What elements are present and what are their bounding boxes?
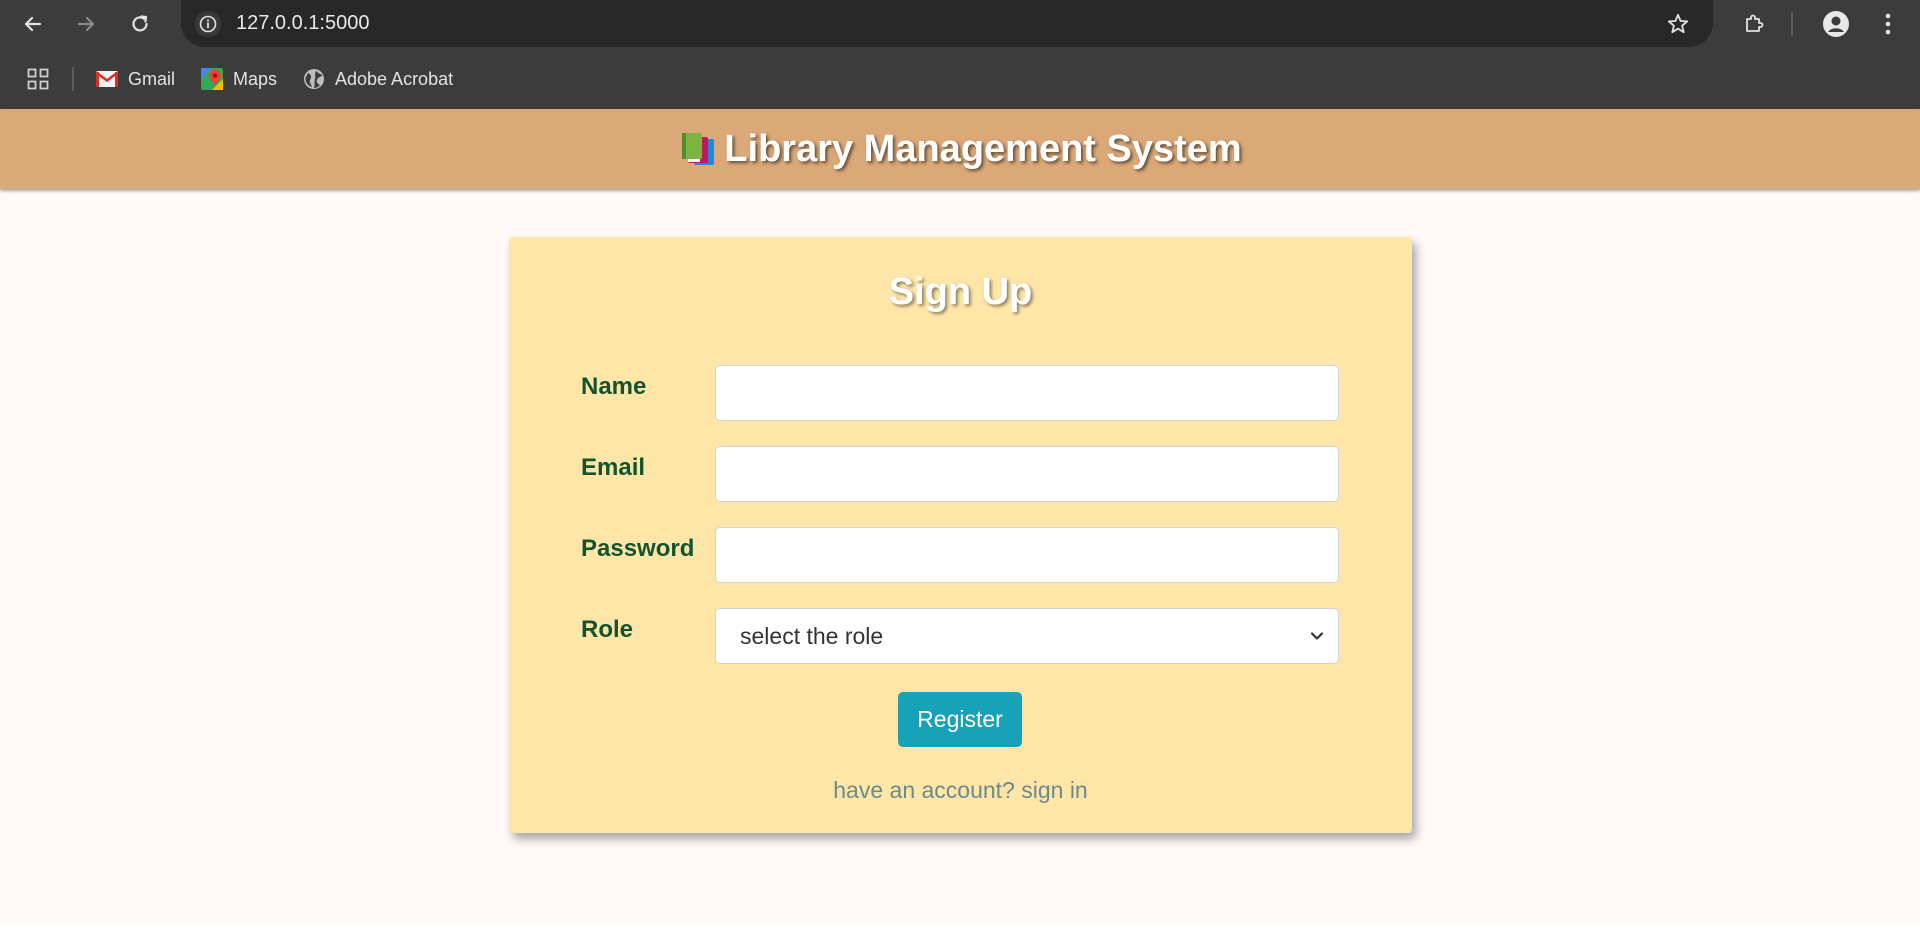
puzzle-icon	[1746, 14, 1764, 32]
bookmark-label: Gmail	[128, 68, 176, 89]
bookmark-label: Adobe Acrobat	[335, 68, 454, 89]
form-title: Sign Up	[888, 271, 1033, 313]
address-bar[interactable]: 127.0.0.1:5000	[181, 0, 1713, 47]
email-label: Email	[581, 454, 646, 481]
toolbar-divider	[1791, 12, 1793, 36]
signin-link[interactable]: have an account? sign in	[509, 777, 1412, 804]
extensions-button[interactable]	[1738, 8, 1770, 40]
browser-menu-button[interactable]	[1872, 8, 1904, 40]
app-title-text: Library Management System	[724, 127, 1242, 170]
role-select-value: select the role	[740, 622, 884, 649]
books-icon	[682, 133, 715, 165]
globe-icon	[304, 69, 324, 89]
arrow-left-icon	[24, 16, 42, 32]
arrow-right-icon	[77, 16, 95, 32]
bookmark-label: Maps	[233, 68, 278, 89]
bookmark-adobe-acrobat[interactable]: Adobe Acrobat	[303, 63, 453, 95]
app-title: Library Management System	[678, 127, 1242, 171]
bookmark-gmail[interactable]: Gmail	[96, 63, 175, 95]
profile-button[interactable]	[1820, 8, 1852, 40]
bookmark-maps[interactable]: Maps	[201, 63, 277, 95]
browser-toolbar: 127.0.0.1:5000	[0, 0, 1920, 47]
signup-card: Sign Up Name Email Password Role select …	[509, 237, 1412, 833]
app-header: Library Management System	[0, 109, 1920, 189]
kebab-menu-icon	[1885, 13, 1891, 35]
bookmarks-divider	[72, 67, 74, 91]
forward-button[interactable]	[70, 8, 102, 40]
bookmarks-bar: Gmail Maps Adobe Acrobat	[0, 47, 1920, 110]
bookmark-star-button[interactable]	[1662, 8, 1694, 40]
email-input[interactable]	[715, 446, 1339, 502]
name-input[interactable]	[715, 365, 1339, 421]
url-text[interactable]: 127.0.0.1:5000	[236, 12, 369, 35]
role-select[interactable]: select the role	[715, 608, 1339, 664]
chevron-down-icon	[1310, 632, 1324, 640]
apps-button[interactable]	[22, 63, 54, 95]
maps-icon	[201, 68, 223, 90]
reload-button[interactable]	[124, 8, 156, 40]
avatar-icon	[1823, 11, 1849, 37]
role-label: Role	[581, 616, 634, 643]
gmail-icon	[96, 71, 118, 87]
password-input[interactable]	[715, 527, 1339, 583]
password-label: Password	[581, 535, 695, 562]
star-icon	[1667, 13, 1689, 34]
page-viewport: Library Management System Sign Up Name E…	[0, 109, 1920, 924]
apps-grid-icon	[27, 68, 49, 90]
reload-icon	[132, 15, 148, 32]
site-info-icon[interactable]	[195, 11, 221, 37]
back-button[interactable]	[17, 8, 49, 40]
name-label: Name	[581, 373, 647, 400]
register-button[interactable]: Register	[898, 692, 1022, 747]
